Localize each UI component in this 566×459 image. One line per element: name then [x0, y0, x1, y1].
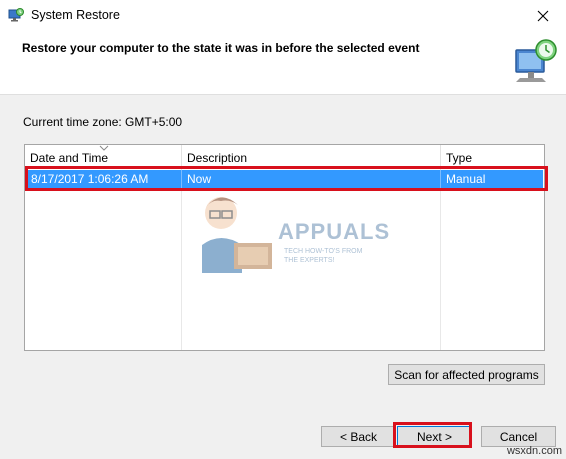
watermark-brand: APPUALS	[278, 219, 391, 244]
page-heading: Restore your computer to the state it wa…	[22, 41, 420, 55]
next-button[interactable]: Next >	[397, 426, 472, 447]
column-header-date-time[interactable]: Date and Time	[25, 145, 181, 169]
column-label: Type	[446, 151, 473, 165]
monitor-restore-icon	[515, 39, 557, 82]
title-bar[interactable]: System Restore	[0, 0, 566, 31]
cell-type: Manual	[446, 172, 486, 186]
back-button[interactable]: < Back	[321, 426, 396, 447]
column-label: Date and Time	[30, 151, 109, 165]
header-panel: Restore your computer to the state it wa…	[0, 31, 566, 95]
mascot-logo	[202, 197, 272, 273]
close-button[interactable]	[520, 0, 566, 31]
system-restore-window: System Restore Restore your computer to …	[0, 0, 566, 459]
watermark-tagline: TECH HOW-TO'S FROM THE EXPERTS!	[284, 248, 363, 264]
close-icon	[537, 10, 549, 21]
column-header-description[interactable]: Description	[182, 145, 440, 169]
system-restore-icon	[8, 8, 24, 22]
site-watermark: wsxdn.com	[506, 445, 562, 457]
timezone-label: Current time zone: GMT+5:00	[23, 115, 183, 129]
scan-affected-programs-button[interactable]: Scan for affected programs	[388, 364, 545, 385]
appuals-watermark: APPUALS TECH HOW-TO'S FROM THE EXPERTS!	[186, 185, 389, 275]
window-title: System Restore	[31, 8, 120, 22]
column-header-type[interactable]: Type	[441, 145, 544, 169]
column-label: Description	[187, 151, 248, 165]
cell-date-time: 8/17/2017 1:06:26 AM	[31, 172, 149, 186]
grid-line	[440, 169, 441, 350]
grid-line	[181, 169, 182, 350]
sort-arrow-icon	[99, 145, 109, 151]
cancel-button[interactable]: Cancel	[481, 426, 556, 447]
